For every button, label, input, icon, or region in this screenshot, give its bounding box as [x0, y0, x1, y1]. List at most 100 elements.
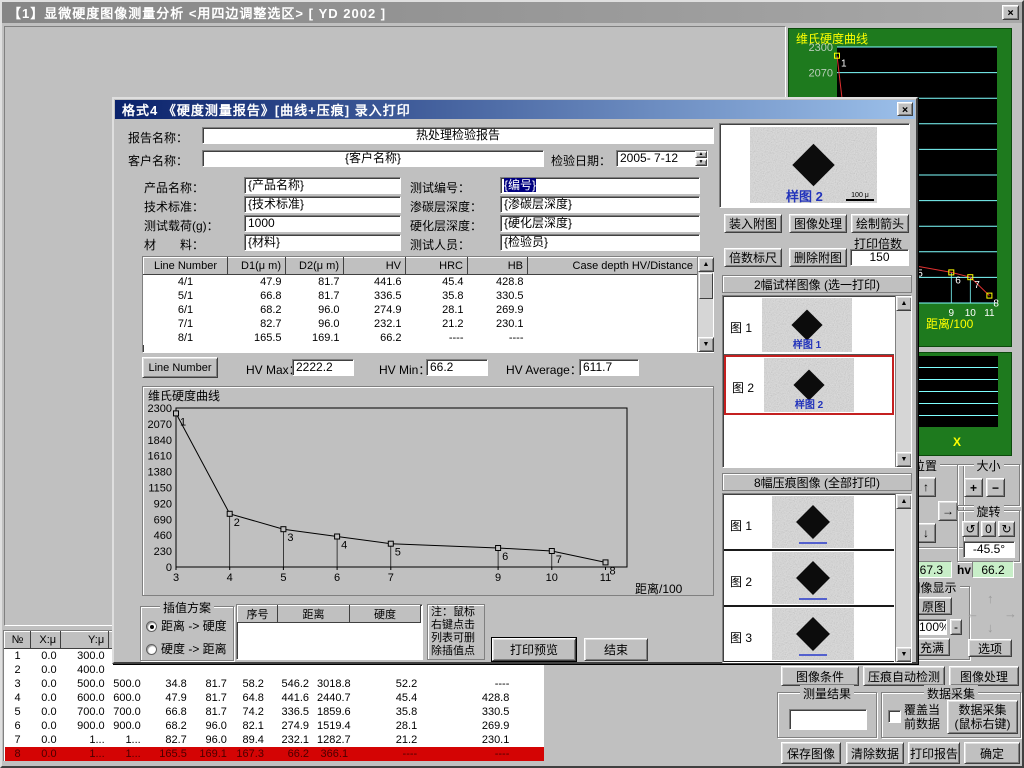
table-row[interactable]: 30.0500.0500.034.881.758.2546.23018.852.… — [5, 677, 544, 691]
window-titlebar[interactable]: 【1】显微硬度图像测量分析 <用四边调整选区> [ YD 2002 ] — [2, 2, 1022, 23]
move-down-button[interactable]: ↓ — [916, 523, 936, 543]
table-row[interactable]: 40.0600.0600.047.981.764.8441.62440.745.… — [5, 691, 544, 705]
options-button[interactable]: 选项 — [968, 639, 1012, 657]
rotate-ccw-button[interactable]: ↺ — [962, 521, 979, 537]
move-up-button[interactable]: ↑ — [916, 477, 936, 497]
table-row[interactable]: 50.0700.0700.066.881.774.2336.51859.635.… — [5, 705, 544, 719]
hv-average-field[interactable]: 611.7 — [579, 359, 639, 376]
sample-image-item[interactable]: 图 1样图 1 — [724, 297, 894, 355]
ok-button[interactable]: 确定 — [964, 742, 1020, 764]
dialog-titlebar[interactable]: 格式4 《硬度测量报告》[曲线+压痕] 录入打印 — [115, 100, 915, 119]
dialog-close-button[interactable]: × — [897, 102, 913, 116]
pan-right-icon[interactable]: → — [1004, 606, 1017, 621]
zoom-out-button[interactable]: − — [986, 478, 1005, 497]
move-right-button[interactable]: → — [938, 501, 958, 521]
results-table-scrollbar[interactable]: ▲ ▼ — [697, 257, 713, 352]
table-row[interactable]: 70.01...1...82.796.089.4232.11282.721.22… — [5, 733, 544, 747]
load-attachment-button[interactable]: 装入附图 — [724, 214, 782, 233]
column-header[interactable]: 硬度 — [350, 606, 421, 623]
column-header[interactable]: 距离 — [278, 606, 350, 623]
sample-image-item[interactable]: 图 2样图 2 — [724, 355, 894, 415]
print-zoom-field[interactable]: 150 — [850, 249, 909, 266]
report-name-field[interactable]: 热处理检验报告 — [202, 127, 714, 144]
zoom-level-field[interactable]: 100% — [915, 619, 947, 635]
scroll-down-button[interactable]: ▼ — [896, 647, 912, 662]
column-header[interactable]: Case depth HV/Distance — [528, 258, 698, 275]
rotate-zero-button[interactable]: 0 — [981, 521, 996, 537]
date-spin-down-button[interactable]: ▼ — [695, 159, 707, 166]
interp-table-container[interactable]: 序号距离硬度 — [236, 604, 423, 660]
scroll-down-button[interactable]: ▼ — [698, 337, 714, 352]
pan-up-icon[interactable]: ↑ — [987, 591, 994, 606]
column-header[interactable]: № — [5, 632, 31, 649]
delete-attachment-button[interactable]: 删除附图 — [789, 248, 847, 267]
overwrite-checkbox[interactable] — [888, 710, 901, 723]
hv-min-field[interactable]: 66.2 — [426, 359, 488, 376]
attachment-process-button[interactable]: 图像处理 — [789, 214, 847, 233]
column-header[interactable]: HRC — [406, 258, 468, 275]
product-field[interactable]: {产品名称} — [244, 177, 401, 194]
hv-max-field[interactable]: 2222.2 — [292, 359, 354, 376]
sample-list-scrollbar[interactable]: ▲ ▼ — [895, 296, 911, 467]
table-row[interactable]: 60.0900.0900.068.296.082.1274.91519.428.… — [5, 719, 544, 733]
pan-left-icon[interactable]: ← — [966, 606, 979, 621]
attachment-preview[interactable]: 样图 2 100 μ — [719, 123, 910, 208]
column-header[interactable]: Y:μ — [61, 632, 109, 649]
image-process-button[interactable]: 图像处理 — [949, 666, 1019, 686]
acquire-button[interactable]: 数据采集 (鼠标右键) — [947, 700, 1018, 734]
table-row[interactable]: 4/147.981.7441.645.4428.8 — [144, 275, 698, 289]
radio-distance-to-hardness[interactable]: 距离 -> 硬度 — [146, 617, 227, 634]
rotate-cw-button[interactable]: ↻ — [998, 521, 1015, 537]
test-no-field[interactable]: {编号} — [500, 177, 700, 194]
draw-arrow-button[interactable]: 绘制箭头 — [851, 214, 909, 233]
scroll-up-button[interactable]: ▲ — [896, 494, 912, 509]
inspect-date-field[interactable]: 2005- 7-12 ▲ ▼ — [616, 150, 708, 167]
save-image-button[interactable]: 保存图像 — [781, 742, 841, 764]
table-row[interactable]: 20.0400.0 — [5, 663, 544, 677]
table-row[interactable]: 7/182.796.0232.121.2230.1 — [144, 317, 698, 331]
material-field[interactable]: {材料} — [244, 234, 401, 251]
zoom-in-button[interactable]: + — [964, 478, 983, 497]
pan-down-icon[interactable]: ↓ — [987, 620, 994, 635]
scale-ruler-button[interactable]: 倍数标尺 — [724, 248, 782, 267]
hardened-field[interactable]: {硬化层深度} — [500, 215, 700, 232]
scrollbar-thumb[interactable] — [699, 273, 713, 299]
column-header[interactable]: HV — [344, 258, 406, 275]
table-row[interactable]: 8/1165.5169.166.2-------- — [144, 331, 698, 345]
zoom-decrease-button[interactable]: - — [950, 619, 962, 635]
carburized-field[interactable]: {渗碳层深度} — [500, 196, 700, 213]
column-header[interactable]: 序号 — [238, 606, 278, 623]
clear-data-button[interactable]: 清除数据 — [846, 742, 904, 764]
window-close-button[interactable]: × — [1002, 5, 1019, 20]
line-number-button[interactable]: Line Number — [142, 357, 218, 378]
radio-hardness-to-distance[interactable]: 硬度 -> 距离 — [146, 640, 227, 657]
standard-field[interactable]: {技术标准} — [244, 196, 401, 213]
tester-field[interactable]: {检验员} — [500, 234, 700, 251]
original-size-button[interactable]: 原图 — [916, 597, 952, 615]
image-condition-button[interactable]: 图像条件 — [781, 666, 859, 686]
table-row[interactable]: 6/168.296.0274.928.1269.9 — [144, 303, 698, 317]
scroll-up-button[interactable]: ▲ — [896, 296, 912, 311]
indent-image-item[interactable]: 图 1 — [724, 495, 894, 551]
column-header[interactable]: HB — [468, 258, 528, 275]
load-field[interactable]: 1000 — [244, 215, 401, 232]
indent-image-item[interactable]: 图 2 — [724, 551, 894, 607]
print-preview-button[interactable]: 打印预览 — [492, 638, 576, 661]
rotate-angle-field[interactable]: -45.5° — [963, 541, 1015, 558]
table-row[interactable]: 5/166.881.7336.535.8330.5 — [144, 289, 698, 303]
column-header[interactable]: D1(μ m) — [228, 258, 286, 275]
column-header[interactable]: D2(μ m) — [286, 258, 344, 275]
print-report-button[interactable]: 打印报告 — [908, 742, 960, 764]
table-row[interactable]: 80.01...1...165.5169.1167.366.2366.1----… — [5, 747, 544, 761]
measure-result-field[interactable] — [789, 709, 867, 730]
end-button[interactable]: 结束 — [584, 638, 648, 661]
fit-button[interactable]: 充满 — [914, 638, 950, 656]
scroll-down-button[interactable]: ▼ — [896, 452, 912, 467]
customer-field[interactable]: {客户名称} — [202, 150, 544, 167]
indent-image-item[interactable]: 图 3 — [724, 607, 894, 663]
auto-detect-button[interactable]: 压痕自动检测 — [863, 666, 945, 686]
indent-list-scrollbar[interactable]: ▲ ▼ — [895, 494, 911, 662]
column-header[interactable]: X:μ — [31, 632, 61, 649]
column-header[interactable]: Line Number — [144, 258, 228, 275]
scroll-up-button[interactable]: ▲ — [698, 257, 714, 272]
